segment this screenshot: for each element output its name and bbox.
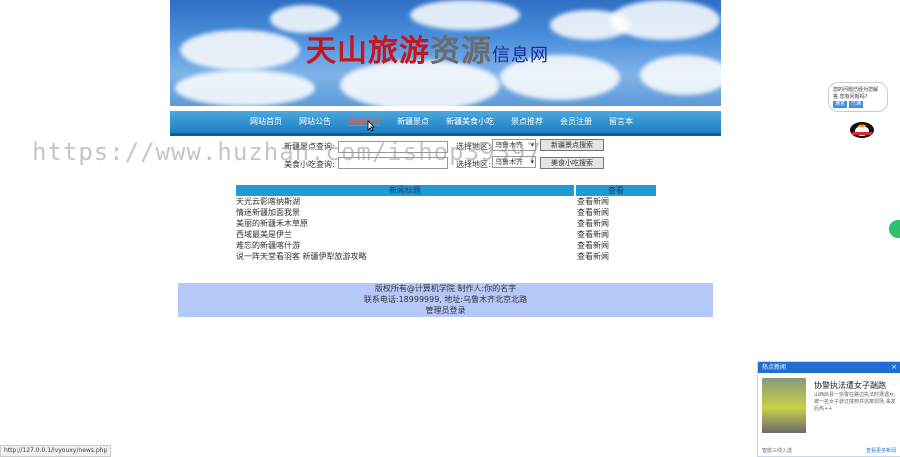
footer-copyright: 版权所有@计算机学院 制作人:你的名字 <box>374 284 517 293</box>
view-news-link[interactable]: 查看新闻 <box>576 229 656 240</box>
news-title-link[interactable]: 西域最美是伊兰 <box>236 229 574 240</box>
food-region-value: 乌鲁木齐 <box>495 158 523 166</box>
site-footer: 版权所有@计算机学院 制作人:你的名字 联系电话:18999999, 地址:乌鲁… <box>178 283 713 317</box>
food-search-button[interactable]: 美食小吃搜索 <box>540 157 604 169</box>
news-photo[interactable] <box>762 378 806 433</box>
site-title-blue: 信息网 <box>492 45 549 65</box>
news-title-link[interactable]: 说一阵天堂看羽客 新疆伊犁旅游攻略 <box>236 251 574 262</box>
chat-button-1[interactable]: 满意 <box>833 101 848 108</box>
view-news-link[interactable]: 查看新闻 <box>576 196 656 207</box>
nav-home[interactable]: 网站首页 <box>250 111 282 133</box>
news-title-link[interactable]: 天光云影喀纳斯湖 <box>236 196 574 207</box>
header-view: 查看 <box>576 185 656 196</box>
popup-foot-left: 智能三线入选 <box>762 448 793 454</box>
view-news-link[interactable]: 查看新闻 <box>576 251 656 262</box>
spot-search-label: 新疆景点查询: <box>284 142 335 151</box>
hot-news-popup: 热点新闻 × 协警执法遭女子踹跑 山西启县一协警在路边执法时遭遇女,被一名女子驶… <box>757 361 900 457</box>
table-row: 天光云影喀纳斯湖 查看新闻 <box>236 196 656 207</box>
nav-announcements[interactable]: 网站公告 <box>299 111 331 133</box>
popup-news-title[interactable]: 协警执法遭女子踹跑 <box>814 380 886 391</box>
news-title-link[interactable]: 情迷新疆加面我景 <box>236 207 574 218</box>
table-header-row: 新闻标题 查看 <box>236 185 656 196</box>
chat-text: 您的问题已经为您解答,您有问题吗? <box>833 87 879 100</box>
nav-register[interactable]: 会员注册 <box>560 111 592 133</box>
news-title-link[interactable]: 难忘的新疆喀什游 <box>236 240 574 251</box>
popup-header: 热点新闻 × <box>758 362 900 373</box>
site-banner: 天山旅游资源信息网 <box>170 0 721 106</box>
nav-spots-news[interactable]: 新疆景点 <box>348 111 380 133</box>
spot-region-label: 选择地区: <box>456 142 491 151</box>
nav-spots[interactable]: 新疆景点 <box>397 111 429 133</box>
site-title-red: 天山旅游 <box>306 34 430 69</box>
spot-region-select[interactable]: 乌鲁木齐 ▾ <box>492 139 536 151</box>
food-search-label: 美食小吃查询: <box>284 160 335 169</box>
site-title-gray: 资源 <box>430 34 492 69</box>
news-table: 新闻标题 查看 天光云影喀纳斯湖 查看新闻 情迷新疆加面我景 查看新闻 美丽的新… <box>236 185 656 262</box>
nav-food[interactable]: 新疆美食小吃 <box>446 111 494 133</box>
popup-news-text: 山西启县一协警在路边执法时遭遇女,被一名女子驶过撞到并逃离现场,事发后热++ <box>814 392 896 412</box>
nav-recommend[interactable]: 景点推荐 <box>511 111 543 133</box>
spot-search-input[interactable] <box>338 141 448 153</box>
food-search-input[interactable] <box>338 157 448 169</box>
site-title: 天山旅游资源信息网 <box>306 26 549 70</box>
view-news-link[interactable]: 查看新闻 <box>576 207 656 218</box>
nav-guestbook[interactable]: 留言本 <box>609 111 633 133</box>
view-news-link[interactable]: 查看新闻 <box>576 240 656 251</box>
chat-button-2[interactable]: 已满 <box>849 101 864 108</box>
header-news-title: 新闻标题 <box>236 185 574 196</box>
side-tab-icon[interactable] <box>889 220 900 238</box>
view-news-link[interactable]: 查看新闻 <box>576 218 656 229</box>
footer-contact: 联系电话:18999999, 地址:乌鲁木齐北京北路 <box>363 295 528 304</box>
admin-login-link[interactable]: 管理员登录 <box>178 305 713 316</box>
news-title-link[interactable]: 美丽的新疆禾木草原 <box>236 218 574 229</box>
popup-footer: 智能三线入选 查看更多新闻 <box>762 447 896 454</box>
popup-header-text: 热点新闻 <box>762 364 787 371</box>
close-icon[interactable]: × <box>891 362 897 373</box>
nav-items: 网站首页 网站公告 新疆景点 新疆景点 新疆美食小吃 景点推荐 会员注册 留言本 <box>250 111 650 133</box>
food-region-label: 选择地区: <box>456 160 491 169</box>
main-nav: 网站首页 网站公告 新疆景点 新疆景点 新疆美食小吃 景点推荐 会员注册 留言本 <box>170 111 721 136</box>
food-region-select[interactable]: 乌鲁木齐 ▾ <box>492 156 536 168</box>
table-row: 难忘的新疆喀什游 查看新闻 <box>236 240 656 251</box>
table-row: 情迷新疆加面我景 查看新闻 <box>236 207 656 218</box>
status-bar-url: http://127.0.0.1/lvyouxy/news.php <box>0 445 112 457</box>
penguin-icon[interactable] <box>846 118 878 138</box>
chat-bubble[interactable]: 您的问题已经为您解答,您有问题吗? 满意 已满 <box>828 82 888 112</box>
chevron-down-icon: ▾ <box>530 141 534 149</box>
table-row: 说一阵天堂看羽客 新疆伊犁旅游攻略 查看新闻 <box>236 251 656 262</box>
chevron-down-icon: ▾ <box>530 158 534 166</box>
more-news-link[interactable]: 查看更多新闻 <box>866 447 896 454</box>
table-row: 西域最美是伊兰 查看新闻 <box>236 229 656 240</box>
spot-search-button[interactable]: 新疆景点搜索 <box>540 139 604 151</box>
mouse-cursor-icon <box>367 120 375 132</box>
table-row: 美丽的新疆禾木草原 查看新闻 <box>236 218 656 229</box>
spot-region-value: 乌鲁木齐 <box>495 141 523 149</box>
